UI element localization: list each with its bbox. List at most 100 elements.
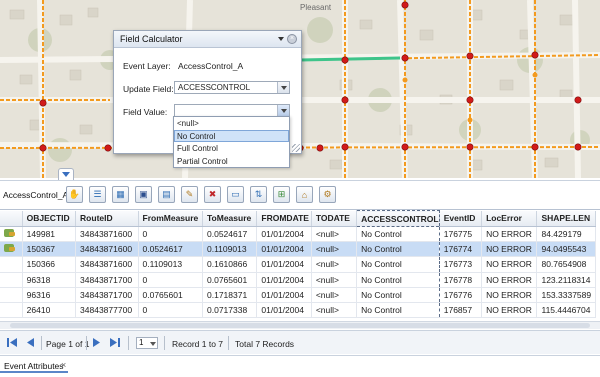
column-header-icon[interactable] (0, 210, 23, 227)
table-cell: 01/01/2004 (256, 287, 312, 303)
table-cell: 176776 (439, 287, 483, 303)
table-cell: 96316 (22, 287, 77, 303)
table-cell: 150367 (22, 241, 77, 258)
first-page-icon[interactable] (6, 336, 19, 349)
column-header-locerror[interactable]: LocError (481, 210, 538, 227)
table-cell: 80.7654908 (536, 256, 596, 273)
dialog-titlebar[interactable]: Field Calculator × (114, 31, 301, 48)
table-cell: No Control (356, 241, 440, 258)
close-icon[interactable]: × (287, 34, 297, 44)
close-icon[interactable]: × (61, 360, 66, 370)
horizontal-scrollbar[interactable] (0, 321, 600, 329)
table-cell: 01/01/2004 (256, 256, 312, 273)
row-zoom-cell[interactable] (0, 272, 23, 288)
column-header-accesscontrol[interactable]: ACCESSCONTROL (356, 210, 440, 227)
table-cell: 34843877700 (75, 302, 139, 319)
table-cell: 0.1718371 (202, 287, 258, 303)
update-field-select[interactable]: ACCESSCONTROL (174, 81, 290, 94)
chevron-down-icon[interactable] (277, 105, 289, 116)
table-cell: No Control (356, 272, 440, 288)
page-select[interactable]: 1 (136, 337, 158, 349)
table-header-row: OBJECTID RouteID FromMeasure ToMeasure F… (0, 210, 596, 227)
table-row[interactable]: 96318 34843871700 0 0.0765601 01/01/2004… (0, 272, 596, 288)
export-button[interactable]: ▤ (158, 186, 175, 203)
table-row[interactable]: 149981 34843871600 0 0.0524617 01/01/200… (0, 226, 596, 243)
divider (86, 336, 87, 350)
sort-button[interactable]: ⇅ (250, 186, 267, 203)
table-cell: 153.3337589 (536, 287, 596, 303)
zoom-to-selection-icon: ✋ (68, 189, 81, 199)
table-options-button[interactable]: ☰ (89, 186, 106, 203)
update-field-value: ACCESSCONTROL (178, 83, 251, 92)
add-field-button[interactable]: ⊞ (273, 186, 290, 203)
divider (41, 336, 42, 350)
row-zoom-cell[interactable] (0, 241, 23, 258)
attribute-icon: ⌂ (301, 189, 308, 200)
previous-page-icon[interactable] (24, 336, 37, 349)
table-cell: <null> (311, 272, 358, 288)
column-header-eventid[interactable]: EventID (439, 210, 483, 227)
scrollbar-thumb[interactable] (10, 323, 590, 328)
dropdown-option[interactable]: <null> (174, 117, 289, 130)
table-cell: 34843871600 (75, 226, 139, 243)
collapse-panel-handle[interactable] (58, 168, 74, 180)
dropdown-option[interactable]: Full Control (174, 142, 289, 155)
save-button[interactable]: ▣ (135, 186, 152, 203)
attribute-toolbar: AccessControl_A ✋ ☰ ▦ ▣ ▤ ✎ ✖ ▭ ⇅ ⊞ ⌂ ⚙ (0, 180, 600, 208)
select-all-button[interactable]: ▦ (112, 186, 129, 203)
table-cell: <null> (311, 302, 358, 319)
zoom-to-selection-button[interactable]: ✋ (66, 186, 83, 203)
table-cell: 0 (138, 272, 204, 288)
column-header-tomeasure[interactable]: ToMeasure (202, 210, 258, 227)
zoom-to-feature-icon[interactable] (4, 244, 15, 253)
bottom-tab-bar: Event Attributes × (0, 355, 600, 377)
dropdown-option[interactable]: Partial Control (174, 155, 289, 168)
table-cell: 0.0765601 (138, 287, 204, 303)
column-header-objectid[interactable]: OBJECTID (22, 210, 77, 227)
row-zoom-cell[interactable] (0, 256, 23, 273)
column-header-fromdate[interactable]: FROMDATE (256, 210, 312, 227)
event-layer-label: Event Layer: (123, 61, 171, 71)
dialog-title: Field Calculator (120, 34, 183, 44)
resize-grip[interactable] (292, 144, 300, 152)
attribute-button[interactable]: ⌂ (296, 186, 313, 203)
selected-route-segment (299, 56, 401, 62)
table-cell: 0.1109013 (138, 256, 204, 273)
update-field-label: Update Field: (123, 84, 174, 94)
row-zoom-cell[interactable] (0, 287, 23, 303)
column-header-frommeasure[interactable]: FromMeasure (138, 210, 204, 227)
sort-icon: ⇅ (254, 189, 263, 199)
select-all-icon: ▦ (116, 189, 125, 199)
dropdown-option-selected[interactable]: No Control (174, 129, 289, 142)
zoom-to-feature-icon[interactable] (4, 229, 15, 238)
tab-event-attributes[interactable]: Event Attributes (0, 359, 68, 373)
table-cell: 0.0765601 (202, 272, 258, 288)
column-header-shape-len[interactable]: SHAPE.LEN (536, 210, 596, 227)
table-cell: <null> (311, 241, 358, 258)
table-cell: 149981 (22, 226, 77, 243)
next-page-icon[interactable] (90, 336, 103, 349)
last-page-icon[interactable] (108, 336, 121, 349)
edit-icon: ✎ (185, 189, 194, 199)
dialog-menu-icon[interactable] (278, 37, 284, 41)
table-cell: NO ERROR (481, 226, 538, 243)
table-cell: NO ERROR (481, 287, 538, 303)
row-zoom-cell[interactable] (0, 302, 23, 319)
table-row[interactable]: 96316 34843871700 0.0765601 0.1718371 01… (0, 287, 596, 303)
row-zoom-cell[interactable] (0, 226, 23, 243)
edit-button[interactable]: ✎ (181, 186, 198, 203)
delete-button[interactable]: ✖ (204, 186, 221, 203)
table-cell: No Control (356, 302, 440, 319)
table-row[interactable]: 26410 34843877700 0 0.0717338 01/01/2004… (0, 302, 596, 319)
table-cell: NO ERROR (481, 272, 538, 288)
page-indicator: Page 1 of 1 (46, 339, 90, 349)
table-cell: 0.0524617 (138, 241, 204, 258)
chevron-down-icon[interactable] (277, 82, 289, 93)
settings-button[interactable]: ⚙ (319, 186, 336, 203)
field-calculator-button[interactable]: ▭ (227, 186, 244, 203)
column-header-routeid[interactable]: RouteID (75, 210, 139, 227)
table-cell: 34843871600 (75, 256, 139, 273)
table-row[interactable]: 150366 34843871600 0.1109013 0.1610866 0… (0, 256, 596, 273)
column-header-todate[interactable]: TODATE (311, 210, 358, 227)
table-row-selected[interactable]: 150367 34843871600 0.0524617 0.1109013 0… (0, 241, 596, 258)
